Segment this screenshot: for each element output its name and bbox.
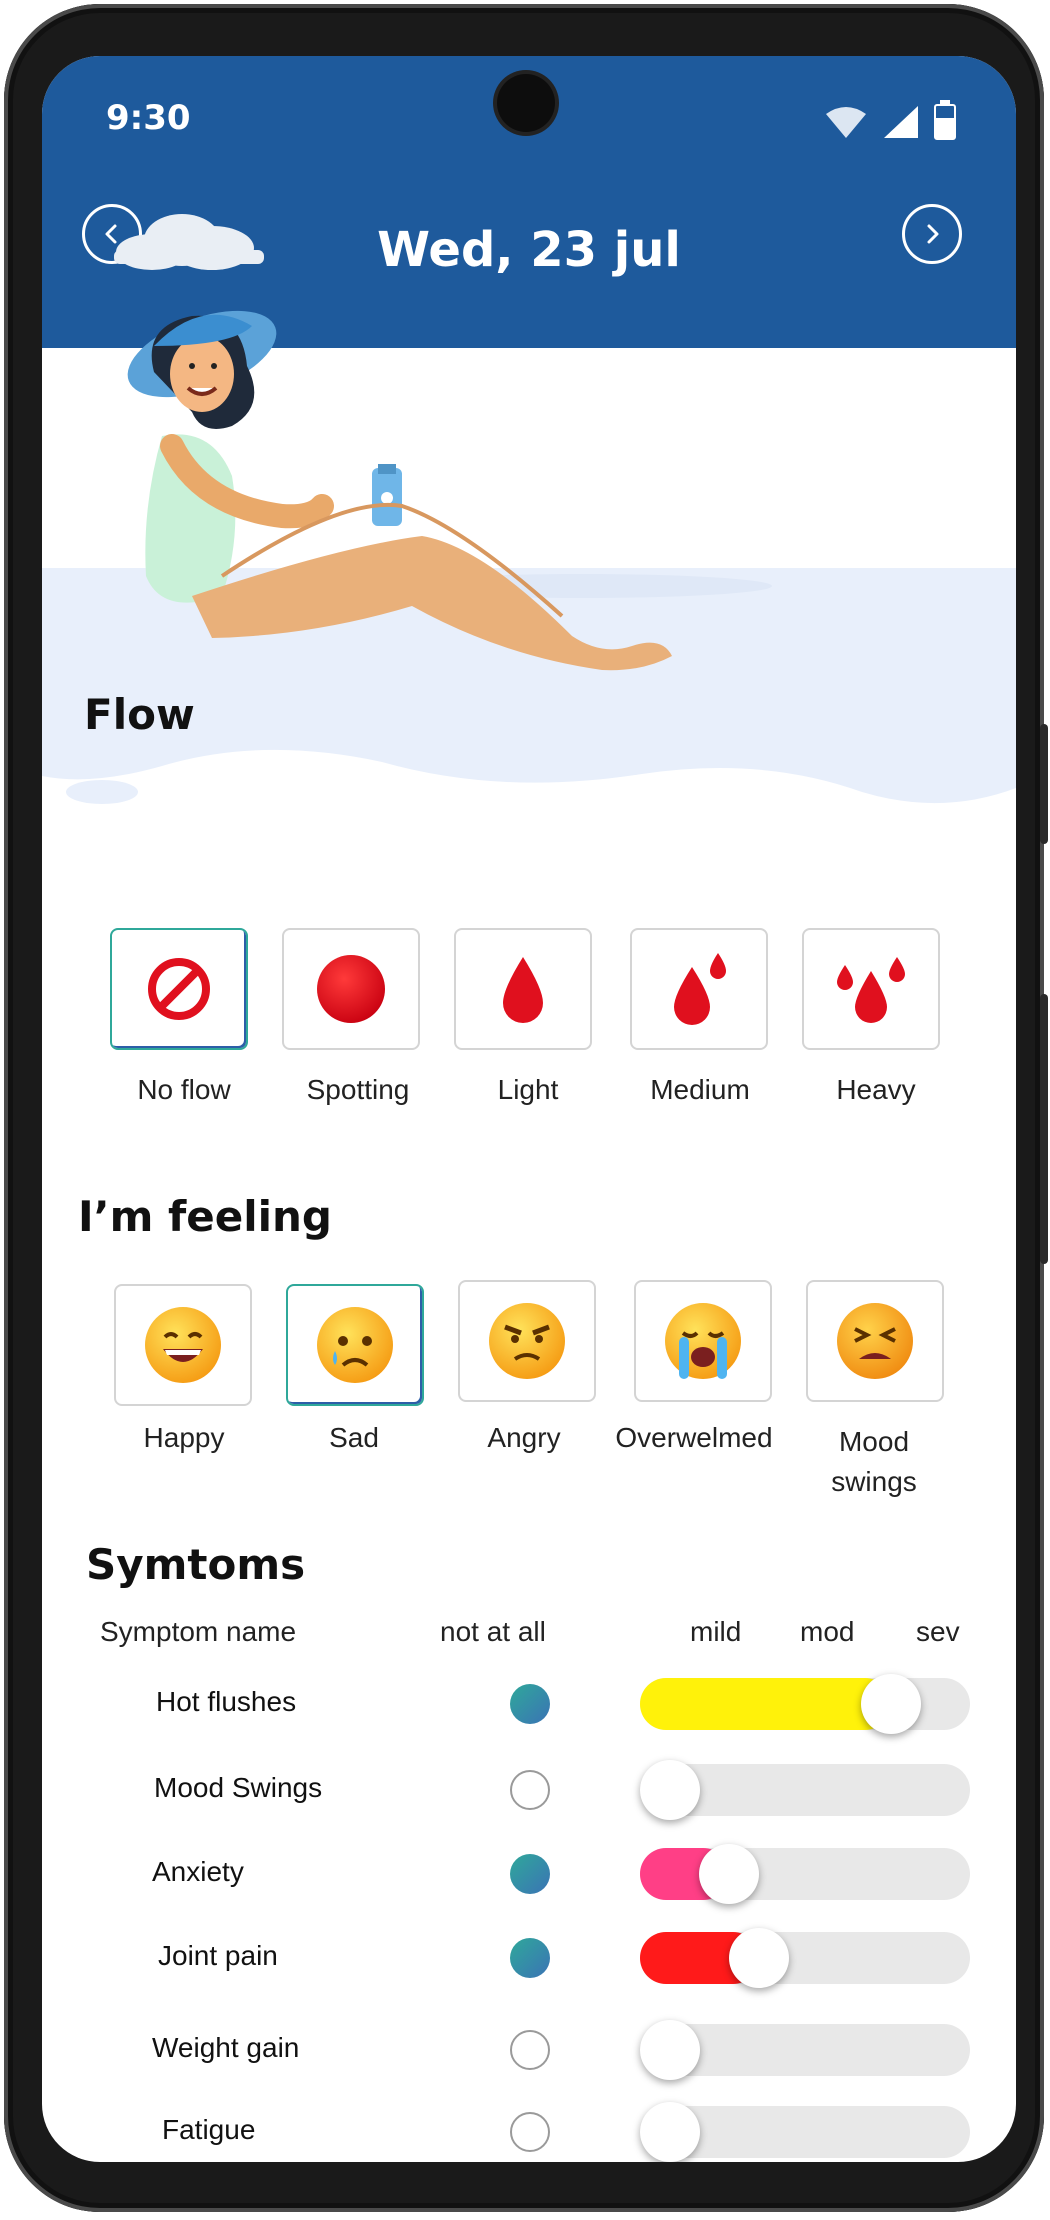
feeling-label-mood-swings-line1: Mood	[838, 1426, 910, 1457]
prohibited-icon	[148, 958, 210, 1020]
angry-emoji-icon	[489, 1303, 565, 1379]
flow-label-medium: Medium	[650, 1074, 750, 1105]
flow-label-heavy: Heavy	[836, 1074, 916, 1105]
symptom-present-radio[interactable]	[510, 1770, 550, 1810]
severity-slider[interactable]	[640, 2020, 970, 2080]
symptom-present-radio[interactable]	[510, 1684, 550, 1724]
status-icons	[824, 100, 956, 140]
flow-label-light: Light	[497, 1074, 559, 1105]
symptom-name: Fatigue	[162, 2114, 256, 2145]
severity-slider-fill	[640, 1678, 891, 1730]
severity-slider-thumb[interactable]	[640, 2020, 700, 2080]
feeling-option-happy[interactable]	[114, 1284, 252, 1406]
status-time: 9:30	[106, 98, 191, 138]
power-button	[1040, 994, 1048, 1264]
feeling-label-sad: Sad	[329, 1422, 379, 1453]
flow-option-medium[interactable]	[630, 928, 768, 1050]
single-drop-icon	[503, 957, 543, 1023]
symptom-name: Anxiety	[152, 1856, 244, 1887]
symptom-present-radio[interactable]	[510, 1938, 550, 1978]
feeling-option-overwhelmed[interactable]	[634, 1280, 772, 1402]
symptom-present-radio[interactable]	[510, 2112, 550, 2152]
phone-frame: 9:30 Wed, 23 jul Flow No flow Spotting L…	[4, 4, 1048, 2212]
symptom-name: Mood Swings	[154, 1772, 323, 1803]
severity-slider-thumb[interactable]	[729, 1928, 789, 1988]
cloud-icon	[114, 214, 264, 270]
flow-option-no-flow[interactable]	[110, 928, 248, 1050]
battery-icon	[934, 100, 956, 140]
feeling-option-sad[interactable]	[286, 1284, 424, 1406]
tired-emoji-icon	[837, 1303, 913, 1379]
red-circle-icon	[317, 955, 385, 1023]
col-mod: mod	[800, 1616, 855, 1647]
severity-slider[interactable]	[640, 1760, 970, 1820]
feeling-option-angry[interactable]	[458, 1280, 596, 1402]
symptom-name: Joint pain	[158, 1940, 278, 1971]
severity-slider[interactable]	[640, 1844, 970, 1904]
col-symptom-name: Symptom name	[100, 1616, 297, 1647]
symptom-present-radio[interactable]	[510, 2030, 550, 2070]
three-drops-icon	[837, 957, 905, 1023]
flow-title: Flow	[84, 690, 195, 739]
flow-option-light[interactable]	[454, 928, 592, 1050]
sad-emoji-icon	[317, 1307, 393, 1383]
happy-emoji-icon	[145, 1307, 221, 1383]
flow-label-no-flow: No flow	[137, 1074, 231, 1105]
front-camera	[497, 74, 555, 132]
feeling-label-happy: Happy	[143, 1422, 225, 1453]
severity-slider[interactable]	[640, 2102, 970, 2162]
flow-option-spotting[interactable]	[282, 928, 420, 1050]
symptom-name: Hot flushes	[156, 1686, 297, 1717]
severity-slider[interactable]	[640, 1674, 970, 1734]
feeling-option-mood-swings[interactable]	[806, 1280, 944, 1402]
symptom-present-radio[interactable]	[510, 1854, 550, 1894]
feeling-label-angry: Angry	[487, 1422, 561, 1453]
two-drops-icon	[674, 953, 726, 1025]
wifi-icon	[826, 107, 866, 138]
flow-label-spotting: Spotting	[306, 1074, 410, 1105]
col-mild: mild	[690, 1616, 742, 1647]
feeling-title: I’m feeling	[78, 1192, 332, 1241]
feeling-label-mood-swings: Mood swings	[784, 1422, 964, 1502]
severity-slider[interactable]	[640, 1928, 970, 1988]
app-screen: 9:30 Wed, 23 jul Flow No flow Spotting L…	[42, 56, 1016, 2162]
severity-slider-thumb[interactable]	[861, 1674, 921, 1734]
crying-emoji-icon	[665, 1303, 741, 1379]
signal-icon	[884, 106, 918, 138]
feeling-label-overwhelmed: Overwelmed	[615, 1422, 773, 1453]
symptom-name: Weight gain	[152, 2032, 300, 2063]
col-sev: sev	[916, 1616, 960, 1647]
feeling-label-mood-swings-line2: swings	[831, 1466, 917, 1497]
severity-slider-thumb[interactable]	[640, 2102, 700, 2162]
volume-button	[1040, 724, 1048, 844]
severity-slider-thumb[interactable]	[699, 1844, 759, 1904]
symptoms-title: Symtoms	[86, 1540, 306, 1589]
flow-option-heavy[interactable]	[802, 928, 940, 1050]
severity-slider-thumb[interactable]	[640, 1760, 700, 1820]
col-not-at-all: not at all	[440, 1616, 546, 1647]
